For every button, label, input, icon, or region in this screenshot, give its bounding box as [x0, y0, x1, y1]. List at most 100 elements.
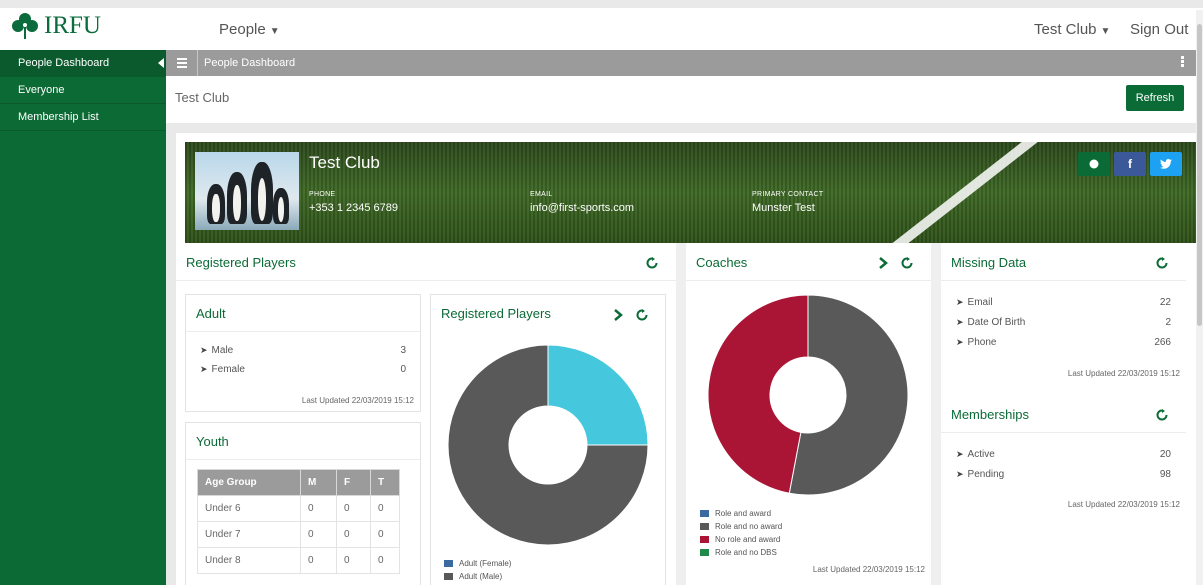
table-row: Under 8 0 0 0 [197, 547, 400, 574]
legend-item: Role and no award [700, 520, 782, 533]
table-cell: Under 8 [197, 547, 301, 574]
registered-players-panel: Registered Players Adult ➤ Male 3 ➤ Fema… [176, 243, 676, 585]
menu-icon[interactable] [177, 58, 187, 70]
email-label: EMAIL [530, 191, 553, 198]
list-item-phone[interactable]: ➤ Phone [956, 337, 996, 348]
chevron-right-icon: ➤ [200, 364, 208, 374]
page-header-bar: People Dashboard [166, 50, 1196, 76]
penguin-figure [227, 172, 247, 224]
caret-down-icon: ▼ [269, 26, 280, 37]
row-value: 22 [1159, 297, 1171, 308]
twitter-button[interactable] [1150, 152, 1182, 176]
facebook-icon: f [1128, 157, 1132, 171]
legend-swatch [700, 536, 709, 543]
legend-item: Role and no DBS [700, 546, 782, 559]
legend-label: Role and no award [715, 522, 783, 531]
banner-club-name: Test Club [309, 153, 380, 172]
column-header: F [336, 469, 371, 496]
legend-item: Adult (Male) [444, 570, 511, 583]
legend-label: Adult (Female) [459, 559, 512, 568]
list-item-active[interactable]: ➤ Active [956, 449, 995, 460]
donut-slice[interactable] [547, 344, 649, 446]
people-menu[interactable]: People ▼ [219, 21, 280, 38]
brand-logo[interactable]: IRFU [10, 11, 101, 41]
memberships-panel: Memberships ➤ Active 20 ➤ Pending 98 Las… [941, 395, 1186, 585]
arrow-right-icon[interactable] [614, 309, 623, 321]
legend-swatch [700, 549, 709, 556]
club-menu[interactable]: Test Club ▼ [1034, 21, 1110, 38]
shamrock-icon [12, 13, 38, 39]
scrollbar-thumb[interactable] [1197, 24, 1202, 326]
table-cell: Under 7 [197, 521, 301, 548]
facebook-button[interactable]: f [1114, 152, 1146, 176]
club-title: Test Club [175, 90, 230, 105]
legend-item: No role and award [700, 533, 782, 546]
sidebar-item-everyone[interactable]: Everyone [0, 77, 166, 104]
chevron-right-icon: ➤ [200, 345, 208, 355]
donut-slice[interactable] [707, 294, 809, 494]
website-button[interactable] [1078, 152, 1110, 176]
list-item-male[interactable]: ➤ Male [200, 345, 233, 356]
sidebar-item-membership-list[interactable]: Membership List [0, 104, 166, 131]
row-label: Date Of Birth [967, 317, 1026, 328]
club-banner: Test Club PHONE +353 1 2345 6789 EMAIL i… [185, 142, 1196, 243]
refresh-icon[interactable] [1156, 409, 1168, 421]
sidebar-item-people-dashboard[interactable]: People Dashboard [0, 50, 166, 77]
panel-title: Missing Data [951, 255, 1027, 270]
table-cell: 0 [336, 547, 371, 574]
table-cell: 0 [300, 495, 337, 522]
penguin-figure [251, 162, 273, 224]
twitter-icon [1160, 159, 1172, 169]
refresh-icon[interactable] [1156, 257, 1168, 269]
chevron-right-icon: ➤ [956, 337, 964, 347]
row-value: 0 [400, 364, 406, 375]
phone-label: PHONE [309, 191, 336, 198]
table-cell: Under 6 [197, 495, 301, 522]
caret-down-icon: ▼ [1100, 26, 1111, 37]
sidebar-item-label: Membership List [18, 111, 99, 123]
phone-value: +353 1 2345 6789 [309, 202, 399, 214]
row-label: Pending [967, 469, 1005, 480]
refresh-button[interactable]: Refresh [1126, 85, 1184, 111]
divider [197, 50, 198, 76]
column-gutter [676, 243, 686, 585]
arrow-right-icon[interactable] [879, 257, 888, 269]
panel-title: Registered Players [186, 255, 296, 270]
list-item-email[interactable]: ➤ Email [956, 297, 993, 308]
chevron-right-icon: ➤ [956, 449, 964, 459]
row-label: Female [211, 364, 245, 375]
panel-header: Registered Players [176, 243, 676, 281]
last-updated: Last Updated 22/03/2019 15:12 [1067, 500, 1180, 509]
table-cell: 0 [370, 547, 400, 574]
list-item-female[interactable]: ➤ Female [200, 364, 245, 375]
brand-name: IRFU [44, 12, 101, 39]
list-item-pending[interactable]: ➤ Pending [956, 469, 1004, 480]
panel-header: Coaches [686, 243, 931, 281]
collapse-arrow-icon[interactable] [158, 58, 164, 68]
table-cell: 0 [336, 495, 371, 522]
last-updated: Last Updated 22/03/2019 15:12 [812, 565, 925, 574]
email-value[interactable]: info@first-sports.com [530, 202, 634, 214]
sidebar: People Dashboard Everyone Membership Lis… [0, 50, 166, 585]
page-scrollbar[interactable] [1196, 10, 1203, 585]
registered-players-chart-card: Registered Players Adult (Female) Adult … [430, 294, 666, 585]
penguin-figure [207, 184, 225, 224]
kebab-menu-icon[interactable] [1181, 56, 1184, 68]
youth-card: Youth Age Group M F T Under 6 0 0 0 Unde… [185, 422, 421, 585]
list-item-date-of-birth[interactable]: ➤ Date Of Birth [956, 317, 1025, 328]
legend-swatch [444, 560, 453, 567]
sidebar-item-label: People Dashboard [18, 57, 110, 69]
refresh-icon[interactable] [901, 257, 913, 269]
refresh-icon[interactable] [646, 257, 658, 269]
top-navbar: IRFU People ▼ Test Club ▼ Sign Out [0, 8, 1203, 50]
refresh-icon[interactable] [636, 309, 648, 321]
club-menu-label: Test Club [1034, 21, 1097, 38]
legend-item: Adult (Female) [444, 557, 511, 570]
registered-players-donut [447, 344, 649, 546]
row-value: 3 [400, 345, 406, 356]
row-label: Phone [967, 337, 997, 348]
sign-out-link[interactable]: Sign Out [1130, 21, 1188, 38]
legend-label: Adult (Male) [459, 572, 503, 581]
column-header: Age Group [197, 469, 301, 496]
legend-item: Role and award [700, 507, 782, 520]
